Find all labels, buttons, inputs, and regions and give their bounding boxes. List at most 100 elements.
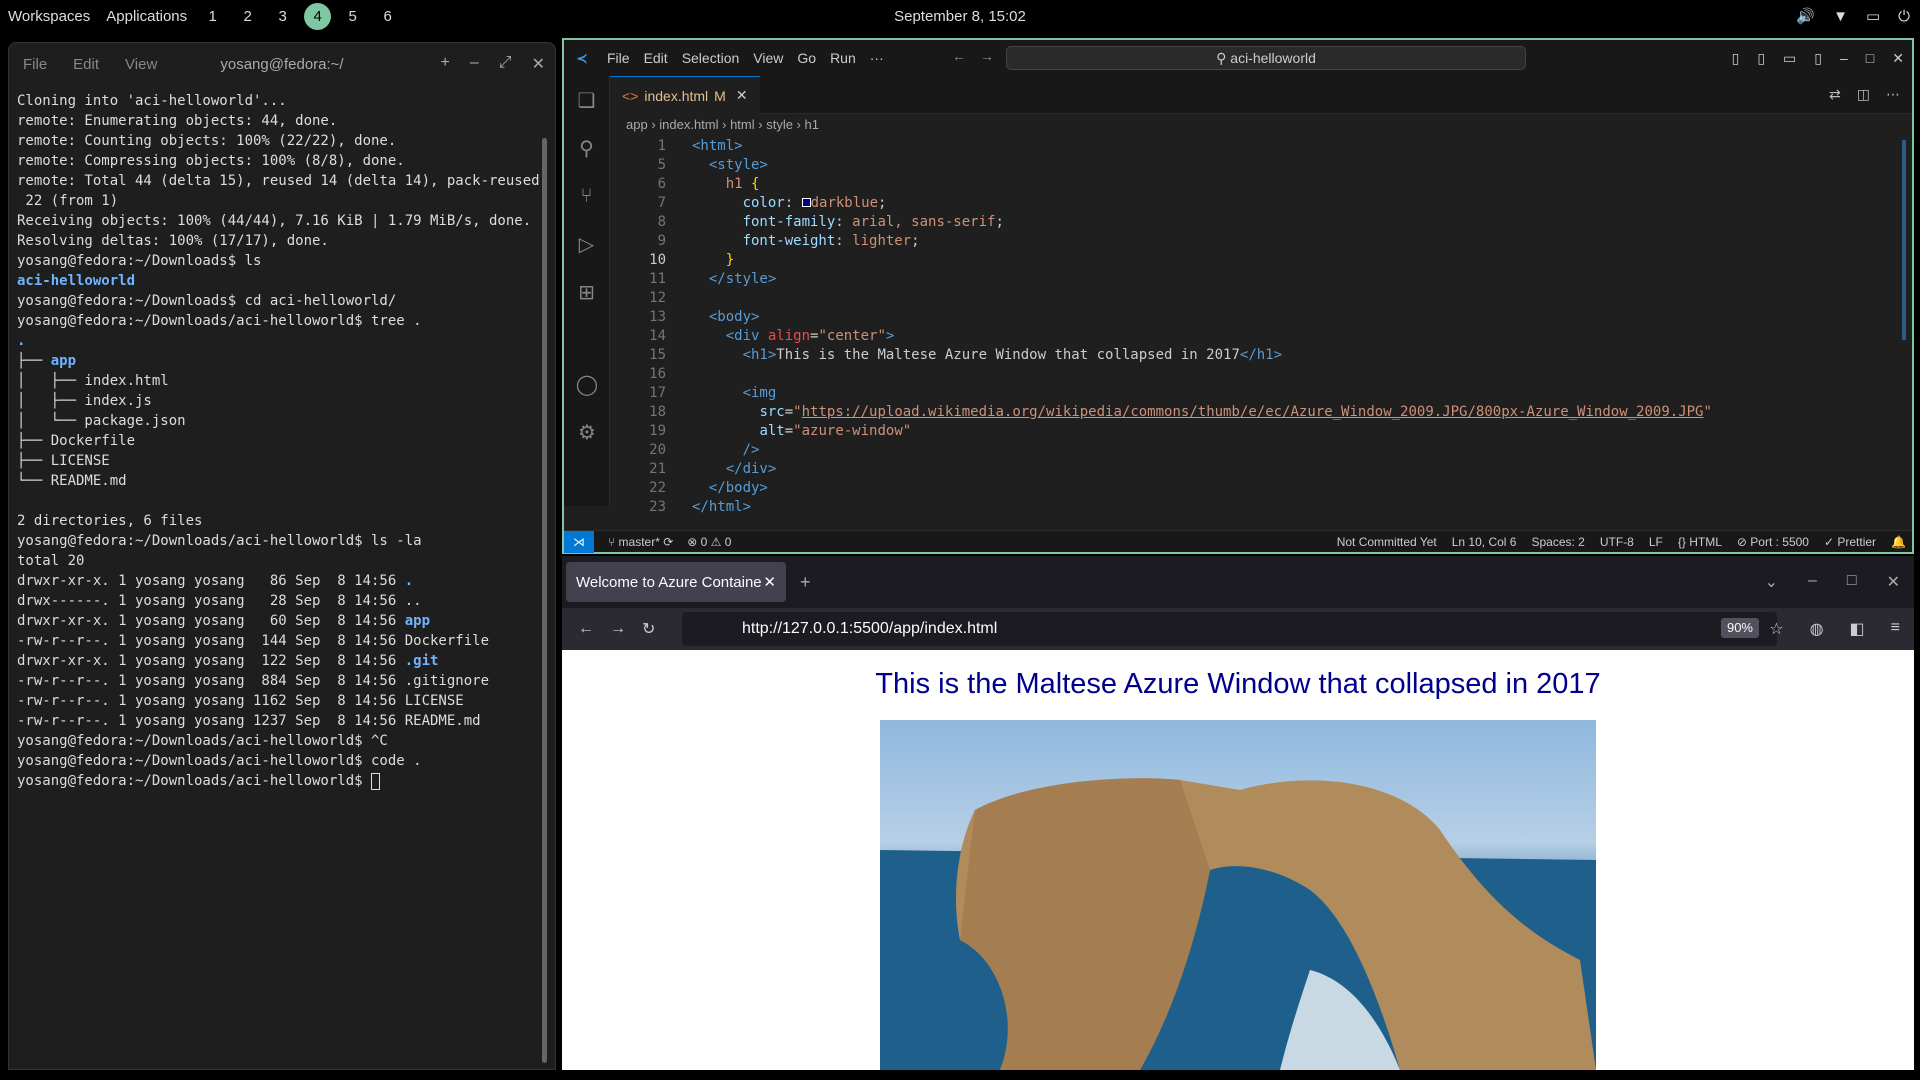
vs-menu-file[interactable]: File (600, 50, 637, 66)
back-arrow-icon[interactable]: ← (952, 48, 966, 64)
more-actions-icon[interactable]: ⋯ (1886, 86, 1900, 103)
notifications-icon[interactable]: 🔔 (1891, 535, 1906, 549)
settings-gear-icon[interactable]: ⚙ (564, 408, 610, 456)
source-control-icon[interactable]: ⑂ (564, 172, 609, 220)
code-line[interactable]: <style> (692, 157, 768, 173)
search-view-icon[interactable]: ⚲ (564, 124, 609, 172)
vs-minimize-icon[interactable]: – (1840, 50, 1848, 67)
vs-menu-edit[interactable]: Edit (637, 50, 675, 66)
status-indentation[interactable]: Spaces: 2 (1531, 535, 1584, 549)
vs-menu-selection[interactable]: Selection (675, 50, 747, 66)
run-debug-icon[interactable]: ▷ (564, 220, 609, 268)
layout-panel-right-icon[interactable]: ▯ (1814, 50, 1822, 67)
zoom-level[interactable]: 90% (1720, 618, 1759, 638)
browser-tab-close-icon[interactable]: ✕ (763, 573, 776, 591)
bookmark-star-icon[interactable]: ☆ (1769, 619, 1783, 639)
new-tab-icon[interactable]: + (441, 54, 450, 74)
workspace-6[interactable]: 6 (374, 3, 401, 30)
url-bar[interactable]: http://127.0.0.1:5500/app/index.html 90% (682, 612, 1777, 646)
forward-icon[interactable]: → (610, 620, 626, 638)
terminal-output[interactable]: Cloning into 'aci-helloworld'... remote: … (9, 85, 555, 797)
power-icon[interactable]: ⏻ (1898, 8, 1910, 25)
status-prettier[interactable]: ✓ Prettier (1824, 535, 1876, 549)
breadcrumb-item[interactable]: index.html (659, 117, 718, 132)
code-line[interactable]: <img (692, 385, 777, 401)
tab-index-html[interactable]: <> index.html M ✕ (610, 76, 760, 114)
terminal-menu-view[interactable]: View (125, 56, 157, 73)
code-line[interactable]: src="https://upload.wikimedia.org/wikipe… (692, 404, 1711, 420)
problems-status[interactable]: ⊗ 0 ⚠ 0 (687, 535, 731, 549)
terminal-menu-file[interactable]: File (23, 56, 47, 73)
close-icon[interactable]: ✕ (532, 54, 545, 74)
code-line[interactable]: <html> (692, 138, 743, 154)
code-line[interactable]: </div> (692, 461, 777, 477)
reload-icon[interactable]: ↻ (642, 619, 655, 639)
editor-scrollbar[interactable] (1902, 140, 1906, 340)
extensions-icon[interactable]: ⊞ (564, 268, 609, 316)
workspaces-menu[interactable]: Workspaces (0, 8, 98, 25)
terminal-menu-edit[interactable]: Edit (73, 56, 99, 73)
code-line[interactable]: h1 { (692, 176, 760, 192)
split-editor-icon[interactable]: ◫ (1857, 86, 1870, 103)
clock[interactable]: September 8, 15:02 (894, 8, 1026, 25)
tab-close-icon[interactable]: ✕ (736, 87, 748, 104)
new-tab-icon[interactable]: + (800, 572, 811, 593)
vs-menu-go[interactable]: Go (790, 50, 823, 66)
breadcrumb-item[interactable]: style (766, 117, 793, 132)
minimize-icon[interactable]: – (470, 54, 479, 74)
status-blame[interactable]: Not Committed Yet (1337, 535, 1437, 549)
code-editor[interactable]: 1 <html> 5 <style> 6 h1 {7 color: darkblue;… (610, 136, 1912, 515)
volume-icon[interactable]: 🔊 (1796, 7, 1815, 25)
vs-menu-run[interactable]: Run (823, 50, 863, 66)
code-line[interactable]: </body> (692, 480, 768, 496)
code-line[interactable]: alt="azure-window" (692, 423, 911, 439)
code-line[interactable]: </html> (692, 499, 751, 515)
code-line[interactable]: </style> (692, 271, 776, 287)
vs-close-icon[interactable]: ✕ (1892, 50, 1904, 67)
code-line[interactable]: } (692, 252, 734, 268)
vs-menu-more[interactable]: ··· (863, 50, 891, 66)
command-center-search[interactable]: ⚲ aci-helloworld (1006, 46, 1526, 70)
breadcrumb-item[interactable]: html (730, 117, 755, 132)
status-encoding[interactable]: UTF-8 (1600, 535, 1634, 549)
status-eol[interactable]: LF (1649, 535, 1663, 549)
workspace-3[interactable]: 3 (269, 3, 296, 30)
layout-panel-left-icon[interactable]: ▯ (1757, 50, 1765, 67)
explorer-icon[interactable]: ❏ (564, 76, 609, 124)
code-line[interactable]: <div align="center"> (692, 328, 895, 344)
browser-tab[interactable]: Welcome to Azure Containe ✕ (566, 562, 786, 602)
extension-icon[interactable]: ◍ (1810, 619, 1824, 639)
compare-changes-icon[interactable]: ⇄ (1829, 86, 1841, 103)
vs-maximize-icon[interactable]: □ (1866, 50, 1874, 67)
code-line[interactable]: <body> (692, 309, 760, 325)
code-line[interactable]: font-weight: lighter; (692, 233, 920, 249)
maximize-icon[interactable]: ⤢ (499, 54, 512, 74)
breadcrumb-item[interactable]: h1 (805, 117, 819, 132)
status-language[interactable]: {} HTML (1678, 535, 1722, 549)
layout-sidebar-icon[interactable]: ▯ (1732, 50, 1740, 67)
hamburger-menu-icon[interactable]: ≡ (1891, 619, 1900, 639)
browser-close-icon[interactable]: ✕ (1887, 572, 1900, 592)
applications-menu[interactable]: Applications (98, 8, 195, 25)
remote-icon[interactable]: ⋊ (564, 530, 594, 553)
code-line[interactable]: <h1>This is the Maltese Azure Window tha… (692, 347, 1282, 363)
branch-status[interactable]: ⑂ master* ⟳ (608, 535, 673, 549)
tab-list-icon[interactable]: ⌄ (1765, 572, 1778, 592)
status-live-server[interactable]: ⊘ Port : 5500 (1737, 535, 1809, 549)
accounts-icon[interactable]: ◯ (564, 360, 610, 408)
profile-icon[interactable]: ◧ (1850, 619, 1865, 639)
browser-maximize-icon[interactable]: □ (1847, 572, 1857, 592)
wifi-icon[interactable]: ▼ (1833, 8, 1848, 25)
workspace-4[interactable]: 4 (304, 2, 332, 30)
terminal-scrollbar[interactable] (542, 138, 547, 1063)
forward-arrow-icon[interactable]: → (980, 48, 994, 64)
back-icon[interactable]: ← (578, 620, 594, 638)
code-line[interactable]: font-family: arial, sans-serif; (692, 214, 1004, 230)
browser-minimize-icon[interactable]: – (1808, 572, 1817, 592)
workspace-1[interactable]: 1 (199, 3, 226, 30)
breadcrumb-item[interactable]: app (626, 117, 648, 132)
battery-icon[interactable]: ▭ (1866, 7, 1880, 25)
code-line[interactable]: /> (692, 442, 760, 458)
workspace-2[interactable]: 2 (234, 3, 261, 30)
status-cursor-position[interactable]: Ln 10, Col 6 (1452, 535, 1517, 549)
